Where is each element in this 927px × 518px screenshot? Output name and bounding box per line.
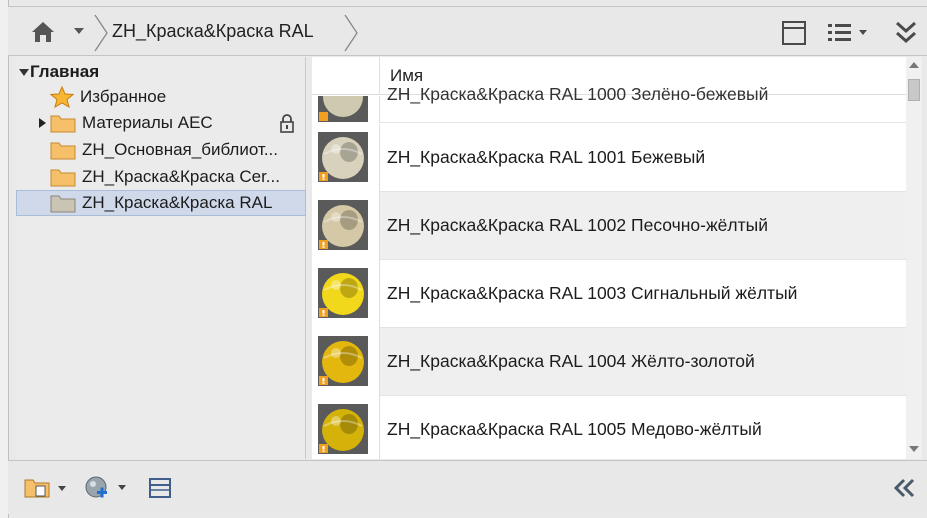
material-sphere-icon: [318, 200, 368, 250]
tree-item-label: ZH_Основная_библиот...: [82, 140, 278, 159]
material-thumbnail-cell: [312, 260, 380, 328]
material-sphere-icon: [318, 404, 368, 454]
material-row[interactable]: ZH_Краска&Краска RAL 1003 Сигнальный жёл…: [312, 260, 906, 328]
material-list: Имя ZH_Краска&Краска RAL 1000 Зелёно-беж…: [312, 57, 906, 459]
tree-item-zh-paint-ral[interactable]: ZH_Краска&Краска RAL: [16, 190, 306, 216]
folder-icon: [50, 169, 76, 187]
tree-item-zh-paint-cer[interactable]: ZH_Краска&Краска Cer...: [50, 164, 306, 190]
library-folder-icon[interactable]: [24, 477, 70, 499]
navigation-bar: ZH_Краска&Краска RAL: [8, 6, 927, 56]
scroll-up-icon[interactable]: [909, 61, 919, 69]
material-row[interactable]: ZH_Краска&Краска RAL 1004 Жёлто-золотой: [312, 328, 906, 396]
star-icon: [50, 86, 74, 108]
material-name: ZH_Краска&Краска RAL 1001 Бежевый: [387, 147, 706, 167]
material-row[interactable]: ZH_Краска&Краска RAL 1002 Песочно-жёлтый: [312, 192, 906, 260]
material-sphere-icon: [318, 96, 368, 122]
material-thumbnail-cell: [312, 96, 380, 123]
breadcrumb-current[interactable]: ZH_Краска&Краска RAL: [112, 21, 314, 42]
tree-item-label: ZH_Краска&Краска RAL: [82, 193, 273, 212]
vertical-scrollbar[interactable]: [906, 57, 922, 459]
create-material-icon[interactable]: [84, 475, 132, 501]
folder-icon: [50, 115, 76, 133]
tree-item-favorites[interactable]: Избранное: [50, 84, 306, 110]
dropdown-arrow-icon[interactable]: [72, 24, 86, 38]
thumbnail-column-header[interactable]: [312, 57, 380, 95]
material-name: ZH_Краска&Краска RAL 1004 Жёлто-золотой: [387, 351, 755, 371]
collapse-left-icon[interactable]: [892, 477, 916, 499]
material-row[interactable]: ZH_Краска&Краска RAL 1001 Бежевый: [312, 124, 906, 192]
breadcrumb-separator: [344, 14, 358, 52]
library-tree: Главная Избранное Материалы AEC ZH_Основ…: [16, 57, 306, 459]
material-name: ZH_Краска&Краска RAL 1000 Зелёно-бежевый: [387, 84, 769, 104]
breadcrumb-separator: [94, 14, 108, 52]
folder-icon: [50, 195, 76, 213]
material-sphere-icon: [318, 132, 368, 182]
tree-item-label: Избранное: [80, 87, 167, 106]
tree-item-label: Материалы AEC: [82, 113, 213, 132]
panel-toggle-icon[interactable]: [781, 20, 807, 46]
list-view-icon[interactable]: [826, 20, 874, 46]
tree-root-label: Главная: [30, 62, 100, 81]
material-name: ZH_Краска&Краска RAL 1003 Сигнальный жёл…: [387, 283, 798, 303]
tree-item-aec-materials[interactable]: Материалы AEC: [36, 110, 306, 136]
material-sphere-icon: [318, 336, 368, 386]
tree-item-label: ZH_Краска&Краска Cer...: [82, 167, 280, 186]
panel-icon[interactable]: [148, 476, 172, 500]
home-icon[interactable]: [30, 19, 56, 45]
material-sphere-icon: [318, 268, 368, 318]
scroll-down-icon[interactable]: [909, 445, 919, 453]
tree-root[interactable]: Главная: [18, 59, 308, 85]
expand-more-icon[interactable]: [892, 18, 920, 48]
material-name: ZH_Краска&Краска RAL 1005 Медово-жёлтый: [387, 419, 762, 439]
material-thumbnail-cell: [312, 328, 380, 396]
material-thumbnail-cell: [312, 396, 380, 459]
collapse-triangle-icon[interactable]: [18, 66, 30, 78]
material-thumbnail-cell: [312, 192, 380, 260]
name-column-header[interactable]: Имя: [390, 66, 423, 86]
expand-triangle-icon[interactable]: [36, 117, 48, 129]
scrollbar-thumb[interactable]: [908, 79, 920, 101]
tree-item-zh-basic-library[interactable]: ZH_Основная_библиот...: [50, 137, 306, 163]
material-row[interactable]: ZH_Краска&Краска RAL 1005 Медово-жёлтый: [312, 396, 906, 459]
material-name: ZH_Краска&Краска RAL 1002 Песочно-жёлтый: [387, 215, 768, 235]
bottom-toolbar: [8, 460, 927, 514]
material-row[interactable]: ZH_Краска&Краска RAL 1000 Зелёно-бежевый: [312, 84, 906, 123]
material-thumbnail-cell: [312, 124, 380, 192]
folder-icon: [50, 142, 76, 160]
lock-icon: [280, 114, 294, 133]
